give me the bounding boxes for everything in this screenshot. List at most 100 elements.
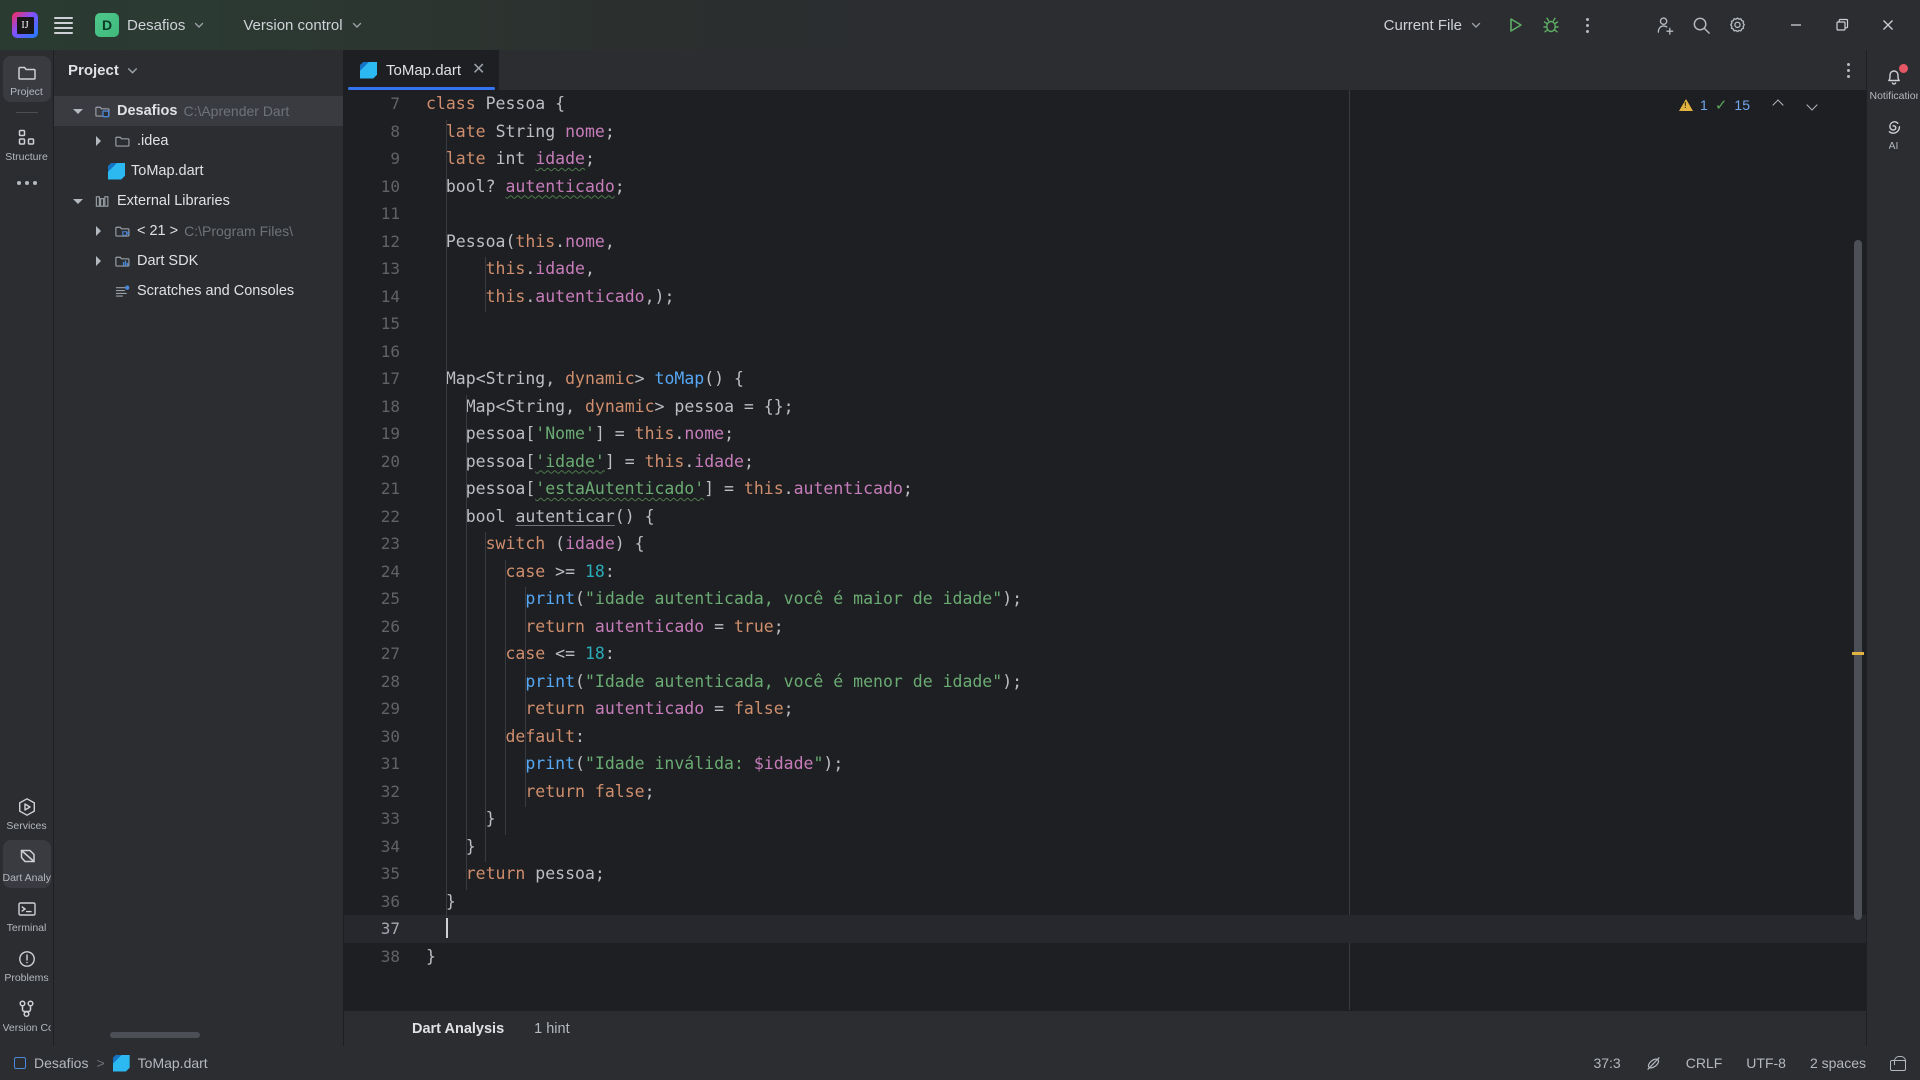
line-number[interactable]: 20 xyxy=(344,448,416,476)
code-line[interactable]: 10 bool? autenticado; xyxy=(344,173,1866,201)
hamburger-menu-icon[interactable] xyxy=(46,8,80,42)
line-number[interactable]: 18 xyxy=(344,393,416,421)
line-content[interactable]: bool autenticar() { xyxy=(416,503,1866,531)
tree-item-tomap-dart[interactable]: ToMap.dart xyxy=(54,156,343,186)
close-tab-icon[interactable]: ✕ xyxy=(472,62,485,78)
line-content[interactable]: } xyxy=(416,833,1866,861)
debug-icon[interactable] xyxy=(1534,8,1568,42)
error-stripe-mark[interactable] xyxy=(1852,652,1864,655)
line-content[interactable]: Map<String, dynamic> toMap() { xyxy=(416,365,1866,393)
minimize-button[interactable] xyxy=(1774,8,1818,42)
line-number[interactable]: 15 xyxy=(344,310,416,338)
editor-vertical-scrollbar[interactable] xyxy=(1854,240,1862,920)
file-encoding[interactable]: UTF-8 xyxy=(1746,1055,1786,1071)
indent-setting[interactable]: 2 spaces xyxy=(1810,1055,1866,1071)
line-number[interactable]: 30 xyxy=(344,723,416,751)
tab-tomap-dart[interactable]: ToMap.dart ✕ xyxy=(344,50,500,90)
code-line[interactable]: 14 this.autenticado,); xyxy=(344,283,1866,311)
breadcrumb-item-file[interactable]: ToMap.dart xyxy=(138,1055,208,1071)
run-configuration-selector[interactable]: Current File xyxy=(1376,13,1490,38)
expand-arrow-right-icon[interactable] xyxy=(88,136,108,146)
code-line[interactable]: 26 return autenticado = true; xyxy=(344,613,1866,641)
read-only-unlocked-icon[interactable] xyxy=(1890,1055,1906,1071)
line-number[interactable]: 7 xyxy=(344,90,416,118)
version-control-selector[interactable]: Version control xyxy=(233,13,372,38)
line-content[interactable]: this.autenticado,); xyxy=(416,283,1866,311)
line-content[interactable]: this.idade, xyxy=(416,255,1866,283)
line-content[interactable]: pessoa['Nome'] = this.nome; xyxy=(416,420,1866,448)
code-line[interactable]: 28 print("Idade autenticada, você é meno… xyxy=(344,668,1866,696)
sidebar-item-notifications[interactable]: Notifications xyxy=(1870,60,1918,106)
line-content[interactable]: return autenticado = true; xyxy=(416,613,1866,641)
chevron-down-icon[interactable] xyxy=(126,64,139,77)
code-line[interactable]: 35 return pessoa; xyxy=(344,860,1866,888)
line-number[interactable]: 23 xyxy=(344,530,416,558)
line-content[interactable] xyxy=(416,915,1866,943)
code-line[interactable]: 7 class Pessoa { xyxy=(344,90,1866,118)
line-number[interactable]: 28 xyxy=(344,668,416,696)
line-number[interactable]: 17 xyxy=(344,365,416,393)
line-number[interactable]: 24 xyxy=(344,558,416,586)
line-number[interactable]: 22 xyxy=(344,503,416,531)
more-options-icon[interactable] xyxy=(1570,8,1604,42)
sidebar-item-terminal[interactable]: Terminal xyxy=(3,892,51,938)
line-number[interactable]: 8 xyxy=(344,118,416,146)
expand-arrow-down-icon[interactable] xyxy=(68,108,88,114)
line-number[interactable]: 9 xyxy=(344,145,416,173)
maximize-button[interactable] xyxy=(1820,8,1864,42)
line-number[interactable]: 35 xyxy=(344,860,416,888)
line-content[interactable]: class Pessoa { xyxy=(416,90,1866,118)
line-content[interactable]: print("Idade inválida: $idade"); xyxy=(416,750,1866,778)
line-content[interactable]: late String nome; xyxy=(416,118,1866,146)
line-number[interactable]: 36 xyxy=(344,888,416,916)
next-highlight-icon[interactable] xyxy=(1806,99,1818,111)
line-content[interactable]: } xyxy=(416,805,1866,833)
previous-highlight-icon[interactable] xyxy=(1772,99,1784,111)
code-line[interactable]: 29 return autenticado = false; xyxy=(344,695,1866,723)
expand-arrow-right-icon[interactable] xyxy=(88,256,108,266)
line-number[interactable]: 31 xyxy=(344,750,416,778)
code-line[interactable]: 23 switch (idade) { xyxy=(344,530,1866,558)
line-content[interactable]: pessoa['idade'] = this.idade; xyxy=(416,448,1866,476)
inspection-widget[interactable]: 1 ✓ 15 xyxy=(1679,96,1818,114)
line-content[interactable]: pessoa['estaAutenticado'] = this.autenti… xyxy=(416,475,1866,503)
line-number[interactable]: 11 xyxy=(344,200,416,228)
line-number[interactable]: 10 xyxy=(344,173,416,201)
code-line[interactable]: 34 } xyxy=(344,833,1866,861)
line-number[interactable]: 34 xyxy=(344,833,416,861)
caret-position[interactable]: 37:3 xyxy=(1593,1055,1620,1071)
tree-item-desafios[interactable]: Desafios C:\Aprender Dart xyxy=(54,96,343,126)
code-line[interactable]: 11 xyxy=(344,200,1866,228)
code-line[interactable]: 27 case <= 18: xyxy=(344,640,1866,668)
line-content[interactable]: Map<String, dynamic> pessoa = {}; xyxy=(416,393,1866,421)
line-content[interactable]: case <= 18: xyxy=(416,640,1866,668)
line-number[interactable]: 14 xyxy=(344,283,416,311)
tree-item-external-libraries[interactable]: External Libraries xyxy=(54,186,343,216)
tree-item-jdk-21[interactable]: < 21 > C:\Program Files\ xyxy=(54,216,343,246)
sidebar-item-services[interactable]: Services xyxy=(3,790,51,836)
code-line[interactable]: 31 print("Idade inválida: $idade"); xyxy=(344,750,1866,778)
code-line[interactable]: 20 pessoa['idade'] = this.idade; xyxy=(344,448,1866,476)
line-number[interactable]: 37 xyxy=(344,915,416,943)
code-line[interactable]: 19 pessoa['Nome'] = this.nome; xyxy=(344,420,1866,448)
search-icon[interactable] xyxy=(1684,8,1718,42)
add-account-icon[interactable] xyxy=(1648,8,1682,42)
line-content[interactable]: return autenticado = false; xyxy=(416,695,1866,723)
editor-options-icon[interactable] xyxy=(1831,50,1866,90)
sidebar-item-problems[interactable]: Problems xyxy=(3,942,51,988)
tree-item-dart-sdk[interactable]: Dart SDK xyxy=(54,246,343,276)
code-line[interactable]: 38} xyxy=(344,943,1866,971)
code-line[interactable]: 21 pessoa['estaAutenticado'] = this.aute… xyxy=(344,475,1866,503)
line-number[interactable]: 29 xyxy=(344,695,416,723)
line-content[interactable]: } xyxy=(416,943,1866,971)
code-line[interactable]: 13 this.idade, xyxy=(344,255,1866,283)
sidebar-item-ai[interactable]: AI xyxy=(1870,110,1918,156)
code-line[interactable]: 33 } xyxy=(344,805,1866,833)
line-number[interactable]: 13 xyxy=(344,255,416,283)
line-content[interactable]: bool? autenticado; xyxy=(416,173,1866,201)
project-panel-horizontal-scrollbar[interactable] xyxy=(110,1032,200,1038)
code-line[interactable]: 16 xyxy=(344,338,1866,366)
code-line[interactable]: 18 Map<String, dynamic> pessoa = {}; xyxy=(344,393,1866,421)
line-number[interactable]: 12 xyxy=(344,228,416,256)
project-selector[interactable]: D Desafios xyxy=(90,9,213,41)
